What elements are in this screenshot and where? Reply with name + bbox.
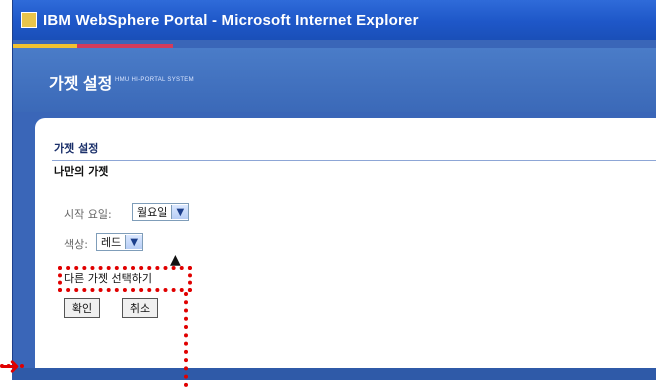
color-label: 색상: — [64, 238, 88, 251]
choose-other-gadget-link[interactable]: 다른 가젯 선택하기 — [64, 270, 152, 286]
ok-button[interactable]: 확인 — [64, 298, 100, 318]
color-select[interactable]: 레드 ▼ — [96, 233, 144, 251]
gadget-heading: 나만의 가젯 — [54, 165, 109, 178]
start-day-select[interactable]: 월요일 ▼ — [132, 203, 190, 221]
ie-window-icon — [21, 12, 37, 28]
window-title: IBM WebSphere Portal - Microsoft Interne… — [43, 11, 419, 29]
section-title: 가젯 설정 — [54, 142, 99, 155]
browser-window: IBM WebSphere Portal - Microsoft Interne… — [12, 0, 656, 380]
start-day-label: 시작 요일: — [64, 208, 112, 221]
title-bar: IBM WebSphere Portal - Microsoft Interne… — [13, 0, 656, 40]
cancel-button[interactable]: 취소 — [122, 298, 158, 318]
section-divider — [52, 160, 656, 161]
chevron-down-icon[interactable]: ▼ — [125, 235, 143, 249]
red-arrow-right-icon: ➜ — [0, 352, 21, 380]
portal-title: 가젯 설정 — [49, 76, 113, 93]
start-day-value: 월요일 — [137, 206, 168, 219]
portal-subtitle: HMU HI-PORTAL SYSTEM — [115, 77, 194, 83]
chevron-down-icon[interactable]: ▼ — [171, 205, 189, 219]
annotation-dotted-line-vertical — [184, 292, 188, 387]
status-bar — [12, 368, 656, 380]
color-value: 레드 — [101, 236, 122, 249]
